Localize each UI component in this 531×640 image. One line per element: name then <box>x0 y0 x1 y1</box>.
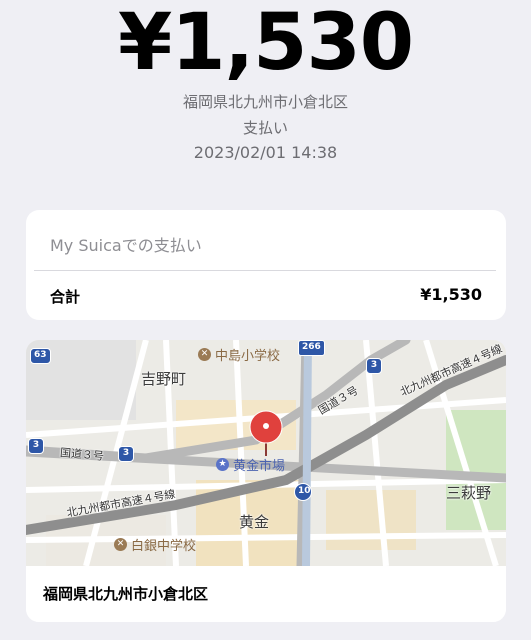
star-icon: ★ <box>216 458 229 471</box>
area-label: 黄金 <box>239 513 270 531</box>
payment-method-caption: My Suicaでの支払い <box>50 236 202 255</box>
total-label: 合計 <box>50 288 81 306</box>
map-address-footer[interactable]: 福岡県北九州市小倉北区 <box>26 566 506 622</box>
map-view[interactable]: ✕ 中島小学校 ✕ 白銀中学校 ★ 黄金市場 吉野町 黄金 三萩野 国道３号 国… <box>26 340 506 566</box>
divider <box>34 270 496 271</box>
transaction-type: 支払い <box>242 119 288 137</box>
graduation-cap-icon: ✕ <box>114 538 127 551</box>
school-poi[interactable]: ✕ 白銀中学校 <box>114 535 196 554</box>
map-pin-icon[interactable] <box>248 410 284 458</box>
route-shield: 63 <box>30 348 51 364</box>
payment-summary-card: My Suicaでの支払い 合計 ¥1,530 <box>26 210 506 320</box>
route-shield: 10 <box>294 483 312 501</box>
location-map-card[interactable]: ✕ 中島小学校 ✕ 白銀中学校 ★ 黄金市場 吉野町 黄金 三萩野 国道３号 国… <box>26 340 506 622</box>
graduation-cap-icon: ✕ <box>198 348 211 361</box>
route-shield: 266 <box>298 340 325 356</box>
route-shield: 3 <box>366 358 382 374</box>
transaction-datetime: 2023/02/01 14:38 <box>193 143 338 162</box>
route-shield: 3 <box>28 438 44 454</box>
route-shield: 3 <box>118 446 134 462</box>
merchant-location: 福岡県北九州市小倉北区 <box>182 93 348 111</box>
poi-label: 白銀中学校 <box>131 539 197 554</box>
school-poi[interactable]: ✕ 中島小学校 <box>198 345 280 364</box>
total-value: ¥1,530 <box>420 285 482 304</box>
area-label: 三萩野 <box>446 484 492 502</box>
map-address: 福岡県北九州市小倉北区 <box>43 585 209 603</box>
amount: ¥1,530 <box>118 0 414 88</box>
poi-label: 中島小学校 <box>215 349 281 364</box>
area-label: 吉野町 <box>141 370 187 388</box>
